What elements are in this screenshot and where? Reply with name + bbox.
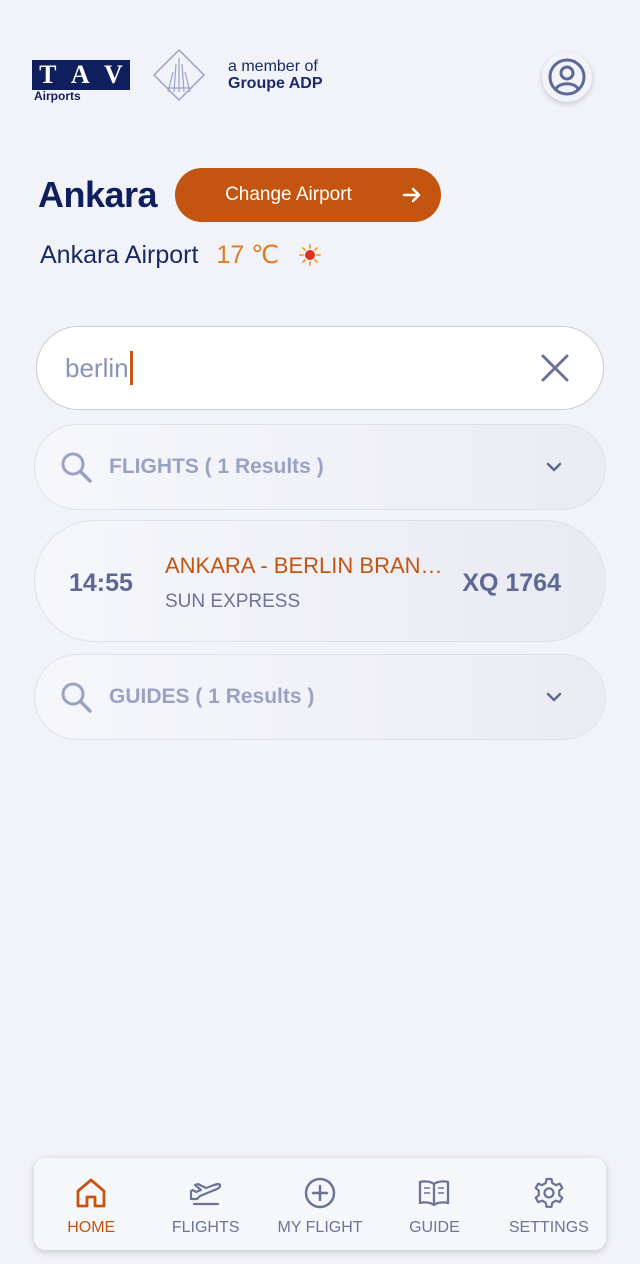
logo-subtitle: Airports	[34, 89, 81, 103]
close-icon	[541, 354, 569, 382]
city-row: Ankara Change Airport	[38, 168, 442, 222]
search-icon	[61, 682, 92, 713]
user-circle-icon	[548, 58, 586, 96]
airport-name: Ankara Airport	[40, 240, 199, 269]
search-field-wrap: berlin	[65, 351, 535, 385]
book-icon	[419, 1180, 450, 1207]
member-line-2: Groupe ADP	[228, 75, 323, 92]
nav-item-home[interactable]: HOME	[34, 1158, 148, 1250]
flight-route: ANKARA - BERLIN BRANDENBURG	[165, 553, 445, 578]
nav-item-flights[interactable]: FLIGHTS	[148, 1158, 262, 1250]
logo-letter-v: V	[104, 60, 123, 89]
plus-circle-icon	[304, 1177, 336, 1209]
guides-results-header[interactable]: GUIDES ( 1 Results )	[34, 654, 606, 740]
change-airport-label: Change Airport	[225, 184, 352, 205]
gear-icon	[534, 1177, 564, 1208]
plane-icon	[189, 1182, 221, 1206]
search-box[interactable]: berlin	[36, 326, 604, 410]
chevron-down-icon	[546, 462, 562, 472]
nav-item-my-flight[interactable]: MY FLIGHT	[263, 1158, 377, 1250]
change-airport-button[interactable]: Change Airport	[175, 168, 442, 222]
nav-label-settings: SETTINGS	[508, 1219, 589, 1236]
tav-logo-box: T A V	[32, 60, 130, 90]
nav-label-home: HOME	[67, 1219, 116, 1236]
flights-results-label: FLIGHTS ( 1 Results )	[109, 455, 324, 478]
airport-row: Ankara Airport 17 ℃	[40, 240, 322, 270]
header: T A V Airports a member of Groupe ADP	[32, 48, 592, 104]
flight-time: 14:55	[69, 569, 133, 597]
clear-search-button[interactable]	[535, 348, 575, 388]
bottom-nav: HOME FLIGHTS MY FLIGHT GUIDE SETTINGS	[34, 1158, 606, 1250]
flight-airline: SUN EXPRESS	[165, 591, 301, 612]
nav-item-settings[interactable]: SETTINGS	[492, 1158, 606, 1250]
nav-item-guide[interactable]: GUIDE	[377, 1158, 491, 1250]
text-caret	[129, 351, 133, 385]
guides-results-label: GUIDES ( 1 Results )	[109, 685, 315, 708]
flight-result-card[interactable]: 14:55 ANKARA - BERLIN BRANDENBURG SUN EX…	[34, 520, 606, 642]
home-icon	[76, 1178, 106, 1208]
flight-number: XQ 1764	[462, 569, 561, 597]
logo-letter-t: T	[39, 60, 57, 89]
logo-letter-a: A	[70, 60, 90, 89]
sun-icon	[299, 244, 322, 266]
temperature: 17 ℃	[216, 241, 280, 269]
profile-button[interactable]	[542, 52, 592, 102]
city-name: Ankara	[38, 174, 158, 215]
groupe-adp-logo-icon	[152, 48, 206, 102]
tav-airports-logo: T A V Airports	[32, 60, 130, 103]
arrow-right-icon	[402, 187, 421, 203]
flights-results-header[interactable]: FLIGHTS ( 1 Results )	[34, 424, 606, 510]
search-input[interactable]: berlin	[65, 353, 129, 384]
search-icon	[61, 452, 92, 483]
member-of-text: a member of Groupe ADP	[228, 58, 323, 92]
nav-label-guide: GUIDE	[409, 1219, 460, 1236]
member-line-1: a member of	[228, 58, 318, 75]
nav-label-flights: FLIGHTS	[171, 1219, 240, 1236]
nav-label-my-flight: MY FLIGHT	[277, 1219, 363, 1236]
chevron-down-icon	[546, 692, 562, 702]
